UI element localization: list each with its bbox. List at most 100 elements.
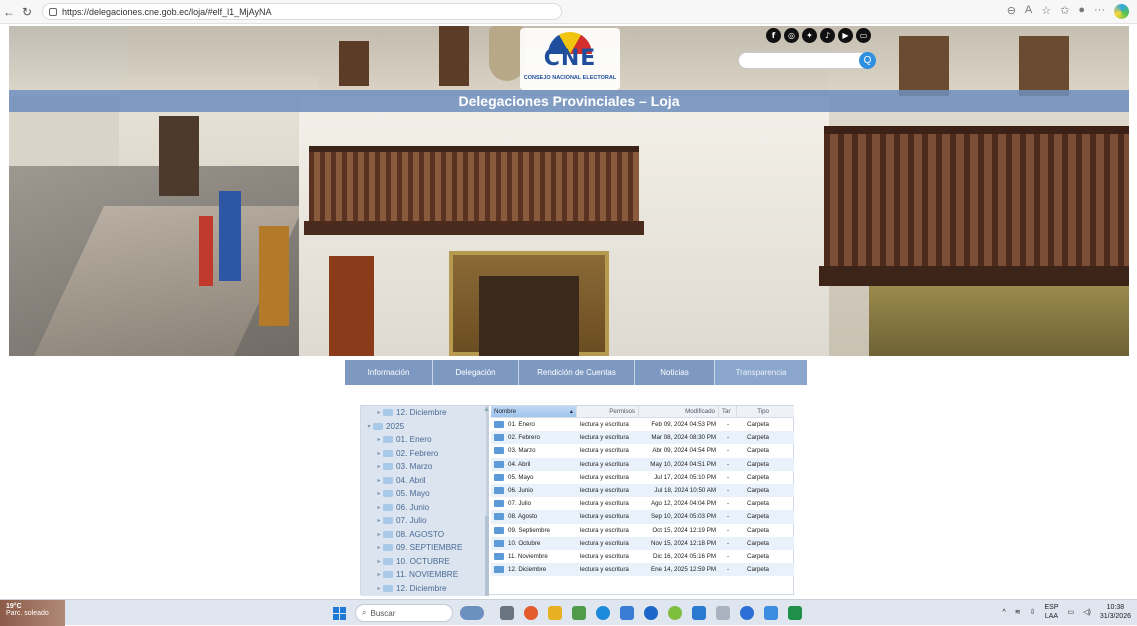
tree-item[interactable]: ▸ 10. OCTUBRE bbox=[361, 555, 489, 569]
chevron-up-icon[interactable]: ^ bbox=[1002, 609, 1005, 616]
favorite-icon[interactable]: ☆ bbox=[1041, 4, 1051, 19]
store-icon[interactable] bbox=[620, 606, 634, 620]
weather-info: 19°C Parc. soleado bbox=[6, 603, 49, 617]
volume-icon[interactable]: ◁) bbox=[1083, 608, 1091, 616]
tree-item[interactable]: ▸ 01. Enero bbox=[361, 433, 489, 447]
favorites-icon[interactable]: ✩ bbox=[1060, 4, 1069, 19]
chevron-right-icon[interactable]: ▸ bbox=[375, 477, 383, 484]
task-view-icon[interactable] bbox=[500, 606, 514, 620]
chevron-right-icon[interactable]: ▸ bbox=[375, 517, 383, 524]
column-type[interactable]: Tipo bbox=[737, 406, 772, 417]
zoom-icon[interactable]: ⊖ bbox=[1007, 4, 1016, 19]
table-row[interactable]: 02. Febrero lectura y escritura Mar 08, 20… bbox=[491, 431, 794, 445]
table-row[interactable]: 05. Mayo lectura y escritura Jul 17, 2024 … bbox=[491, 471, 794, 484]
app3-icon[interactable] bbox=[764, 606, 778, 620]
chevron-right-icon[interactable]: ▸ bbox=[375, 450, 383, 457]
search-button[interactable]: Q bbox=[859, 52, 876, 69]
copilot-app-icon[interactable] bbox=[668, 606, 682, 620]
excel-icon[interactable] bbox=[788, 606, 802, 620]
back-icon[interactable]: ← bbox=[0, 5, 18, 19]
chevron-right-icon[interactable]: ▸ bbox=[375, 463, 383, 470]
display-icon[interactable]: ▭ bbox=[1068, 608, 1075, 616]
chevron-right-icon[interactable]: ▸ bbox=[375, 585, 383, 592]
language-indicator[interactable]: ESP LAA bbox=[1044, 603, 1058, 621]
menu-item-rendicion-de-cuentas[interactable]: Rendición de Cuentas bbox=[519, 360, 635, 385]
menu-item-noticias[interactable]: Noticias bbox=[635, 360, 715, 385]
menu-item-delegacion[interactable]: Delegación bbox=[433, 360, 519, 385]
tree-item[interactable]: ▸ 12. Diciembre bbox=[361, 582, 489, 596]
reload-icon[interactable]: ↻ bbox=[18, 5, 36, 19]
scroll-up-icon[interactable]: ▲ bbox=[483, 406, 489, 413]
widgets-icon[interactable] bbox=[460, 606, 484, 620]
table-row[interactable]: 04. Abril lectura y escritura May 10, 2024… bbox=[491, 457, 794, 471]
app2-icon[interactable] bbox=[716, 606, 730, 620]
taskbar-search[interactable]: ⌕ Buscar bbox=[355, 604, 453, 622]
type-cell: Carpeta bbox=[746, 487, 769, 495]
column-modified[interactable]: Modificado bbox=[639, 406, 719, 417]
zoom-app-icon[interactable] bbox=[740, 606, 754, 620]
folder-icon bbox=[494, 552, 504, 560]
tree-item[interactable]: ▸ 09. SEPTIEMBRE bbox=[361, 541, 489, 555]
edge-icon[interactable] bbox=[596, 606, 610, 620]
address-bar[interactable]: https://delegaciones.cne.gob.ec/loja/#el… bbox=[42, 3, 562, 20]
menu-item-transparencia[interactable]: Transparencia bbox=[715, 360, 807, 385]
table-row[interactable]: 09. Septiembre lectura y escritura Oct 15,… bbox=[491, 524, 794, 537]
chevron-right-icon[interactable]: ▸ bbox=[375, 504, 383, 511]
chevron-right-icon[interactable]: ▸ bbox=[375, 436, 383, 443]
chevron-right-icon[interactable]: ▸ bbox=[375, 571, 383, 578]
tree-item[interactable]: ▸ 05. Mayo bbox=[361, 487, 489, 501]
facebook-icon[interactable]: f bbox=[766, 28, 781, 43]
tree-item[interactable]: ▸ 12. Diciembre bbox=[361, 406, 489, 420]
tree-item[interactable]: ▸ 06. Junio bbox=[361, 501, 489, 515]
chevron-down-icon[interactable]: ▾ bbox=[365, 423, 373, 430]
table-row[interactable]: 01. Enero lectura y escritura Feb 09, 2024… bbox=[491, 418, 794, 431]
hp-icon[interactable] bbox=[644, 606, 658, 620]
column-size[interactable]: Tar bbox=[719, 406, 737, 417]
tree-item[interactable]: ▸ 08. AGOSTO bbox=[361, 528, 489, 542]
instagram-icon[interactable]: ◎ bbox=[784, 28, 799, 43]
table-row[interactable]: 06. Junio lectura y escritura Jul 18, 2024… bbox=[491, 483, 794, 498]
column-name[interactable]: Nombre ▴ bbox=[491, 406, 577, 417]
menu-item-informacion[interactable]: Información bbox=[345, 360, 433, 385]
column-permissions[interactable]: Permisos bbox=[577, 406, 639, 417]
chevron-right-icon[interactable]: ▸ bbox=[375, 409, 383, 416]
copilot-icon[interactable] bbox=[1114, 4, 1129, 19]
chrome-icon[interactable] bbox=[524, 606, 538, 620]
cne-logo[interactable]: CNE CONSEJO NACIONAL ELECTORAL bbox=[520, 28, 620, 90]
table-row[interactable]: 08. Agosto lectura y escritura Sep 10, 202… bbox=[491, 510, 794, 524]
flickr-icon[interactable]: ▭ bbox=[856, 28, 871, 43]
clock[interactable]: 10:38 31/3/2026 bbox=[1100, 603, 1131, 621]
tiktok-icon[interactable]: ♪ bbox=[820, 28, 835, 43]
tree-item[interactable]: ▸ 03. Marzo bbox=[361, 460, 489, 474]
tree-item[interactable]: ▾ 2025 bbox=[361, 420, 489, 434]
folder-icon bbox=[383, 449, 393, 457]
more-icon[interactable]: ··· bbox=[1094, 4, 1105, 19]
folder-app-icon[interactable] bbox=[692, 606, 706, 620]
table-row[interactable]: 11. Noviembre lectura y escritura Dic 16, … bbox=[491, 550, 794, 563]
tree-item[interactable]: ▸ 04. Abril bbox=[361, 474, 489, 488]
usb-icon[interactable]: ⇩ bbox=[1030, 608, 1036, 616]
tree-item[interactable]: ▸ 02. Febrero bbox=[361, 447, 489, 461]
chevron-right-icon[interactable]: ▸ bbox=[375, 544, 383, 551]
read-aloud-icon[interactable]: A bbox=[1025, 4, 1032, 19]
windows-start-icon[interactable] bbox=[333, 607, 346, 620]
table-row[interactable]: 03. Marzo lectura y escritura Abr 09, 2024… bbox=[491, 444, 794, 457]
profile-icon[interactable]: ● bbox=[1078, 4, 1085, 19]
youtube-icon[interactable]: ▶ bbox=[838, 28, 853, 43]
table-row[interactable]: 12. Diciembre lectura y escritura Ene 14, … bbox=[491, 563, 794, 577]
size-cell: - bbox=[726, 513, 730, 521]
app-icon[interactable] bbox=[572, 606, 586, 620]
table-row[interactable]: 07. Julio lectura y escritura Ago 12, 2024… bbox=[491, 497, 794, 510]
chevron-right-icon[interactable]: ▸ bbox=[375, 558, 383, 565]
tree-item[interactable]: ▸ 11. NOVIEMBRE bbox=[361, 568, 489, 582]
file-explorer-icon[interactable] bbox=[548, 606, 562, 620]
twitter-icon[interactable]: ✦ bbox=[802, 28, 817, 43]
network-icon[interactable]: ≋ bbox=[1015, 608, 1021, 616]
tree-scrollbar-thumb[interactable] bbox=[485, 516, 489, 596]
chevron-right-icon[interactable]: ▸ bbox=[375, 490, 383, 497]
table-row[interactable]: 10. Octubre lectura y escritura Nov 15, 20… bbox=[491, 536, 794, 550]
chevron-right-icon[interactable]: ▸ bbox=[375, 531, 383, 538]
tree-item[interactable]: ▸ 07. Julio bbox=[361, 514, 489, 528]
permissions-cell: lectura y escritura bbox=[580, 421, 629, 429]
site-search-input[interactable]: Q bbox=[738, 52, 876, 69]
